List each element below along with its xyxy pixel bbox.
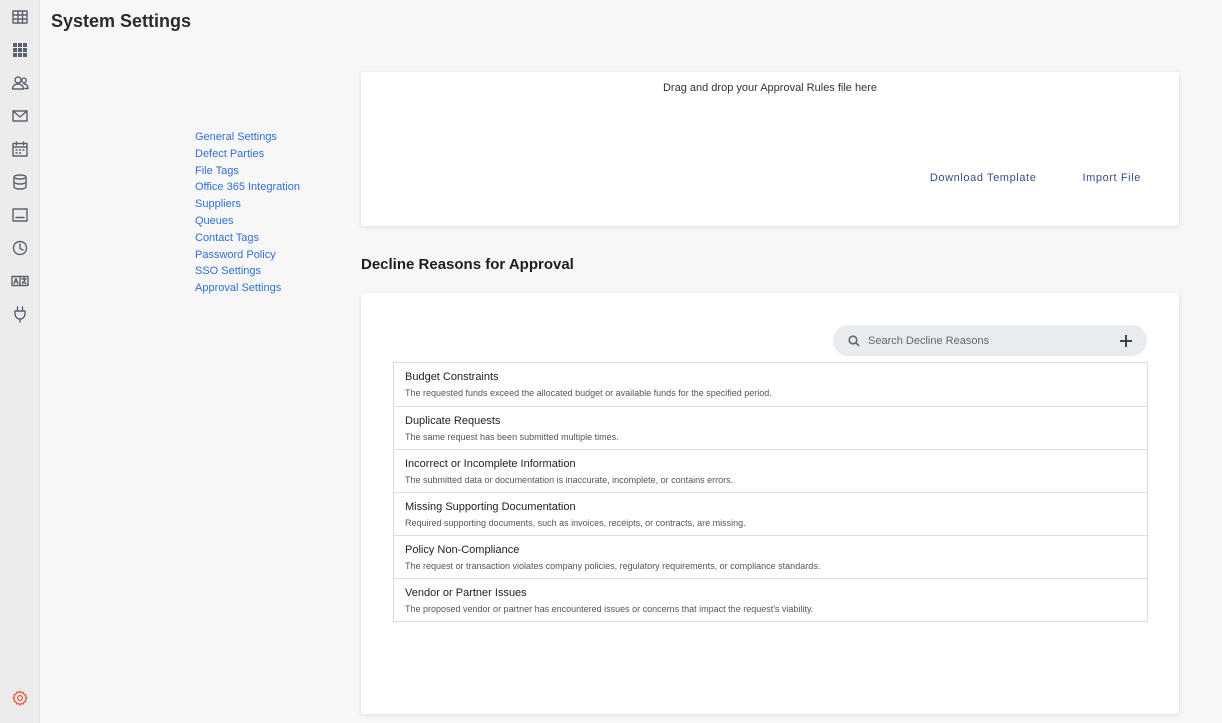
plug-icon[interactable]	[10, 304, 30, 324]
reason-description: The requested funds exceed the allocated…	[405, 388, 772, 398]
nav-link-file-tags[interactable]: File Tags	[195, 163, 300, 180]
upload-actions: Download Template Import File	[930, 172, 1141, 184]
nav-link-password-policy[interactable]: Password Policy	[195, 247, 300, 264]
icon-rail	[0, 0, 40, 723]
nav-link-defect-parties[interactable]: Defect Parties	[195, 146, 300, 163]
nav-link-contact-tags[interactable]: Contact Tags	[195, 230, 300, 247]
reason-title: Duplicate Requests	[405, 415, 501, 427]
decline-reasons-list: Budget Constraints The requested funds e…	[393, 362, 1148, 622]
mail-icon[interactable]	[10, 106, 30, 126]
reason-description: The proposed vendor or partner has encou…	[405, 604, 814, 614]
reason-description: The same request has been submitted mult…	[405, 432, 619, 442]
nav-link-sso-settings[interactable]: SSO Settings	[195, 263, 300, 280]
download-template-button[interactable]: Download Template	[930, 172, 1037, 184]
reason-title: Missing Supporting Documentation	[405, 501, 576, 513]
settings-nav: General Settings Defect Parties File Tag…	[195, 129, 300, 297]
search-input[interactable]	[868, 334, 1115, 347]
gear-icon[interactable]	[10, 688, 30, 708]
nav-link-approval-settings[interactable]: Approval Settings	[195, 280, 300, 297]
list-item[interactable]: Missing Supporting Documentation Require…	[394, 492, 1147, 535]
search-icon	[847, 334, 861, 348]
reason-description: The request or transaction violates comp…	[405, 561, 821, 571]
reason-title: Policy Non-Compliance	[405, 544, 520, 556]
table-icon[interactable]	[10, 7, 30, 27]
file-drop-zone[interactable]: Drag and drop your Approval Rules file h…	[361, 82, 1179, 94]
list-item[interactable]: Budget Constraints The requested funds e…	[394, 363, 1147, 406]
reason-title: Budget Constraints	[405, 371, 499, 383]
add-reason-button[interactable]	[1115, 330, 1137, 352]
list-item[interactable]: Vendor or Partner Issues The proposed ve…	[394, 578, 1147, 621]
page-title: System Settings	[51, 11, 192, 31]
reason-description: The submitted data or documentation is i…	[405, 475, 734, 485]
approval-rules-upload-card: Drag and drop your Approval Rules file h…	[361, 72, 1179, 226]
translate-icon[interactable]	[10, 271, 30, 291]
list-item[interactable]: Duplicate Requests The same request has …	[394, 406, 1147, 449]
plus-icon	[1120, 334, 1132, 347]
nav-link-suppliers[interactable]: Suppliers	[195, 196, 300, 213]
decline-reasons-heading: Decline Reasons for Approval	[361, 256, 574, 273]
list-item[interactable]: Incorrect or Incomplete Information The …	[394, 449, 1147, 492]
reason-title: Vendor or Partner Issues	[405, 587, 527, 599]
decline-reasons-search	[833, 325, 1147, 356]
nav-link-queues[interactable]: Queues	[195, 213, 300, 230]
import-file-button[interactable]: Import File	[1082, 172, 1141, 184]
decline-reasons-card: Budget Constraints The requested funds e…	[361, 293, 1179, 714]
terminal-icon[interactable]	[10, 205, 30, 225]
clock-icon[interactable]	[10, 238, 30, 258]
users-icon[interactable]	[10, 73, 30, 93]
grid-icon[interactable]	[10, 40, 30, 60]
nav-link-office-365-integration[interactable]: Office 365 Integration	[195, 179, 300, 196]
calendar-icon[interactable]	[10, 139, 30, 159]
reason-description: Required supporting documents, such as i…	[405, 518, 746, 528]
list-item[interactable]: Policy Non-Compliance The request or tra…	[394, 535, 1147, 578]
database-icon[interactable]	[10, 172, 30, 192]
reason-title: Incorrect or Incomplete Information	[405, 458, 576, 470]
nav-link-general-settings[interactable]: General Settings	[195, 129, 300, 146]
